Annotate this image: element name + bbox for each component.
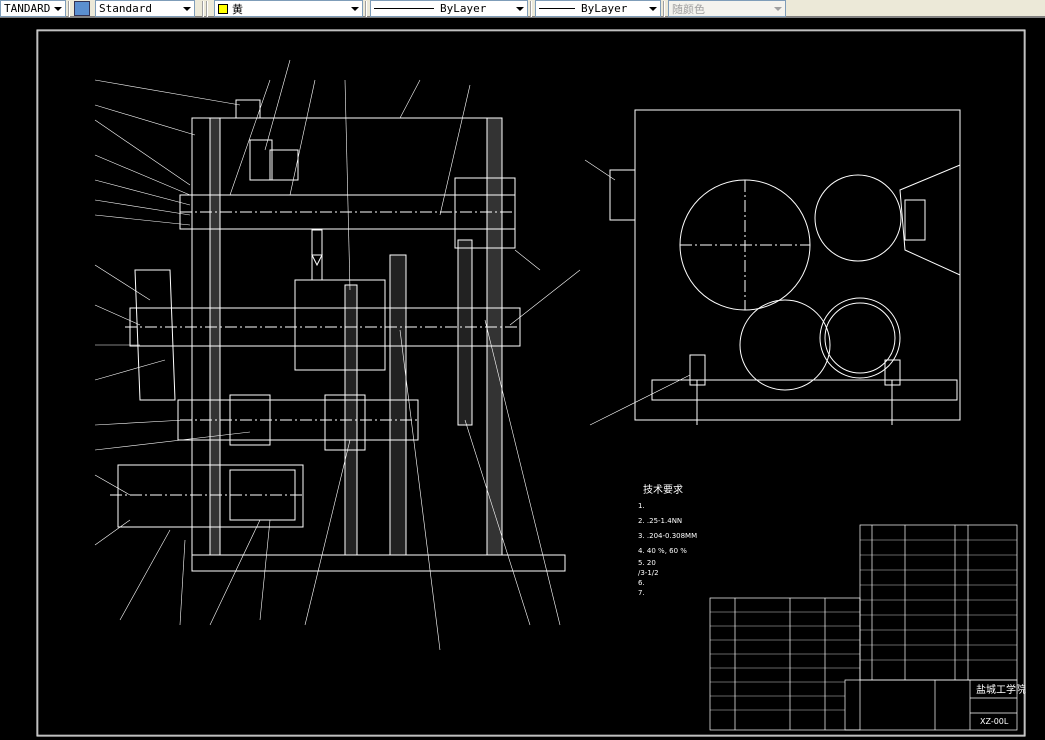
linetype-value: ByLayer bbox=[440, 2, 487, 15]
linetype-select[interactable]: ByLayer bbox=[370, 0, 528, 17]
tech-req-line: 7. bbox=[638, 589, 645, 597]
color-value: 黄 bbox=[232, 2, 243, 16]
dimension-style-icon[interactable] bbox=[74, 1, 90, 16]
toolbar-separator bbox=[68, 1, 70, 17]
tech-req-line: 5. 20 bbox=[638, 559, 656, 567]
chevron-down-icon bbox=[774, 7, 782, 11]
tech-req-line: 3. .204-0.308MM bbox=[638, 532, 697, 540]
lineweight-value: ByLayer bbox=[581, 2, 628, 15]
toolbar-separator bbox=[663, 1, 665, 17]
lineweight-select[interactable]: ByLayer bbox=[535, 0, 661, 17]
properties-toolbar: TANDARD Standard 黄 ByLayer ByLayer 随颜色 bbox=[0, 0, 1045, 18]
linetype-preview bbox=[374, 8, 434, 9]
drawing-canvas[interactable]: 技术要求 1. 2. .25-1.4NN 3. .204-0.308MM 4. … bbox=[0, 20, 1045, 740]
front-view bbox=[94, 59, 581, 651]
color-select[interactable]: 黄 bbox=[214, 0, 363, 17]
tech-req-line: 6. bbox=[638, 579, 645, 587]
tech-req-line: /3-1/2 bbox=[638, 569, 659, 577]
chevron-down-icon bbox=[351, 7, 359, 11]
dim-style-select[interactable]: Standard bbox=[95, 0, 195, 17]
text-style-value: TANDARD bbox=[4, 2, 51, 15]
tech-req-title: 技术要求 bbox=[643, 483, 683, 496]
color-swatch bbox=[218, 3, 228, 14]
tech-req-line: 2. .25-1.4NN bbox=[638, 517, 682, 525]
chevron-down-icon bbox=[183, 7, 191, 11]
title-block: 盐城工学院 XZ-00L bbox=[709, 524, 1026, 731]
chevron-down-icon bbox=[516, 7, 524, 11]
plot-style-value: 随颜色 bbox=[672, 2, 705, 16]
tech-req-line: 1. bbox=[638, 502, 645, 510]
chevron-down-icon bbox=[54, 7, 62, 11]
text-style-select[interactable]: TANDARD bbox=[0, 0, 66, 17]
drawing-frame bbox=[37, 30, 1025, 736]
technical-requirements: 技术要求 1. 2. .25-1.4NN 3. .204-0.308MM 4. … bbox=[638, 483, 697, 597]
toolbar-separator bbox=[202, 1, 204, 17]
tech-req-line: 4. 40 %, 60 % bbox=[638, 547, 687, 555]
dim-style-value: Standard bbox=[99, 2, 152, 15]
toolbar-separator bbox=[206, 1, 208, 17]
toolbar-separator bbox=[365, 1, 367, 17]
plot-style-select: 随颜色 bbox=[668, 0, 786, 17]
toolbar-separator bbox=[530, 1, 532, 17]
drawing-number: XZ-00L bbox=[980, 717, 1009, 726]
school-name: 盐城工学院 bbox=[976, 683, 1026, 696]
chevron-down-icon bbox=[649, 7, 657, 11]
side-view bbox=[584, 109, 961, 426]
lineweight-preview bbox=[539, 8, 575, 9]
